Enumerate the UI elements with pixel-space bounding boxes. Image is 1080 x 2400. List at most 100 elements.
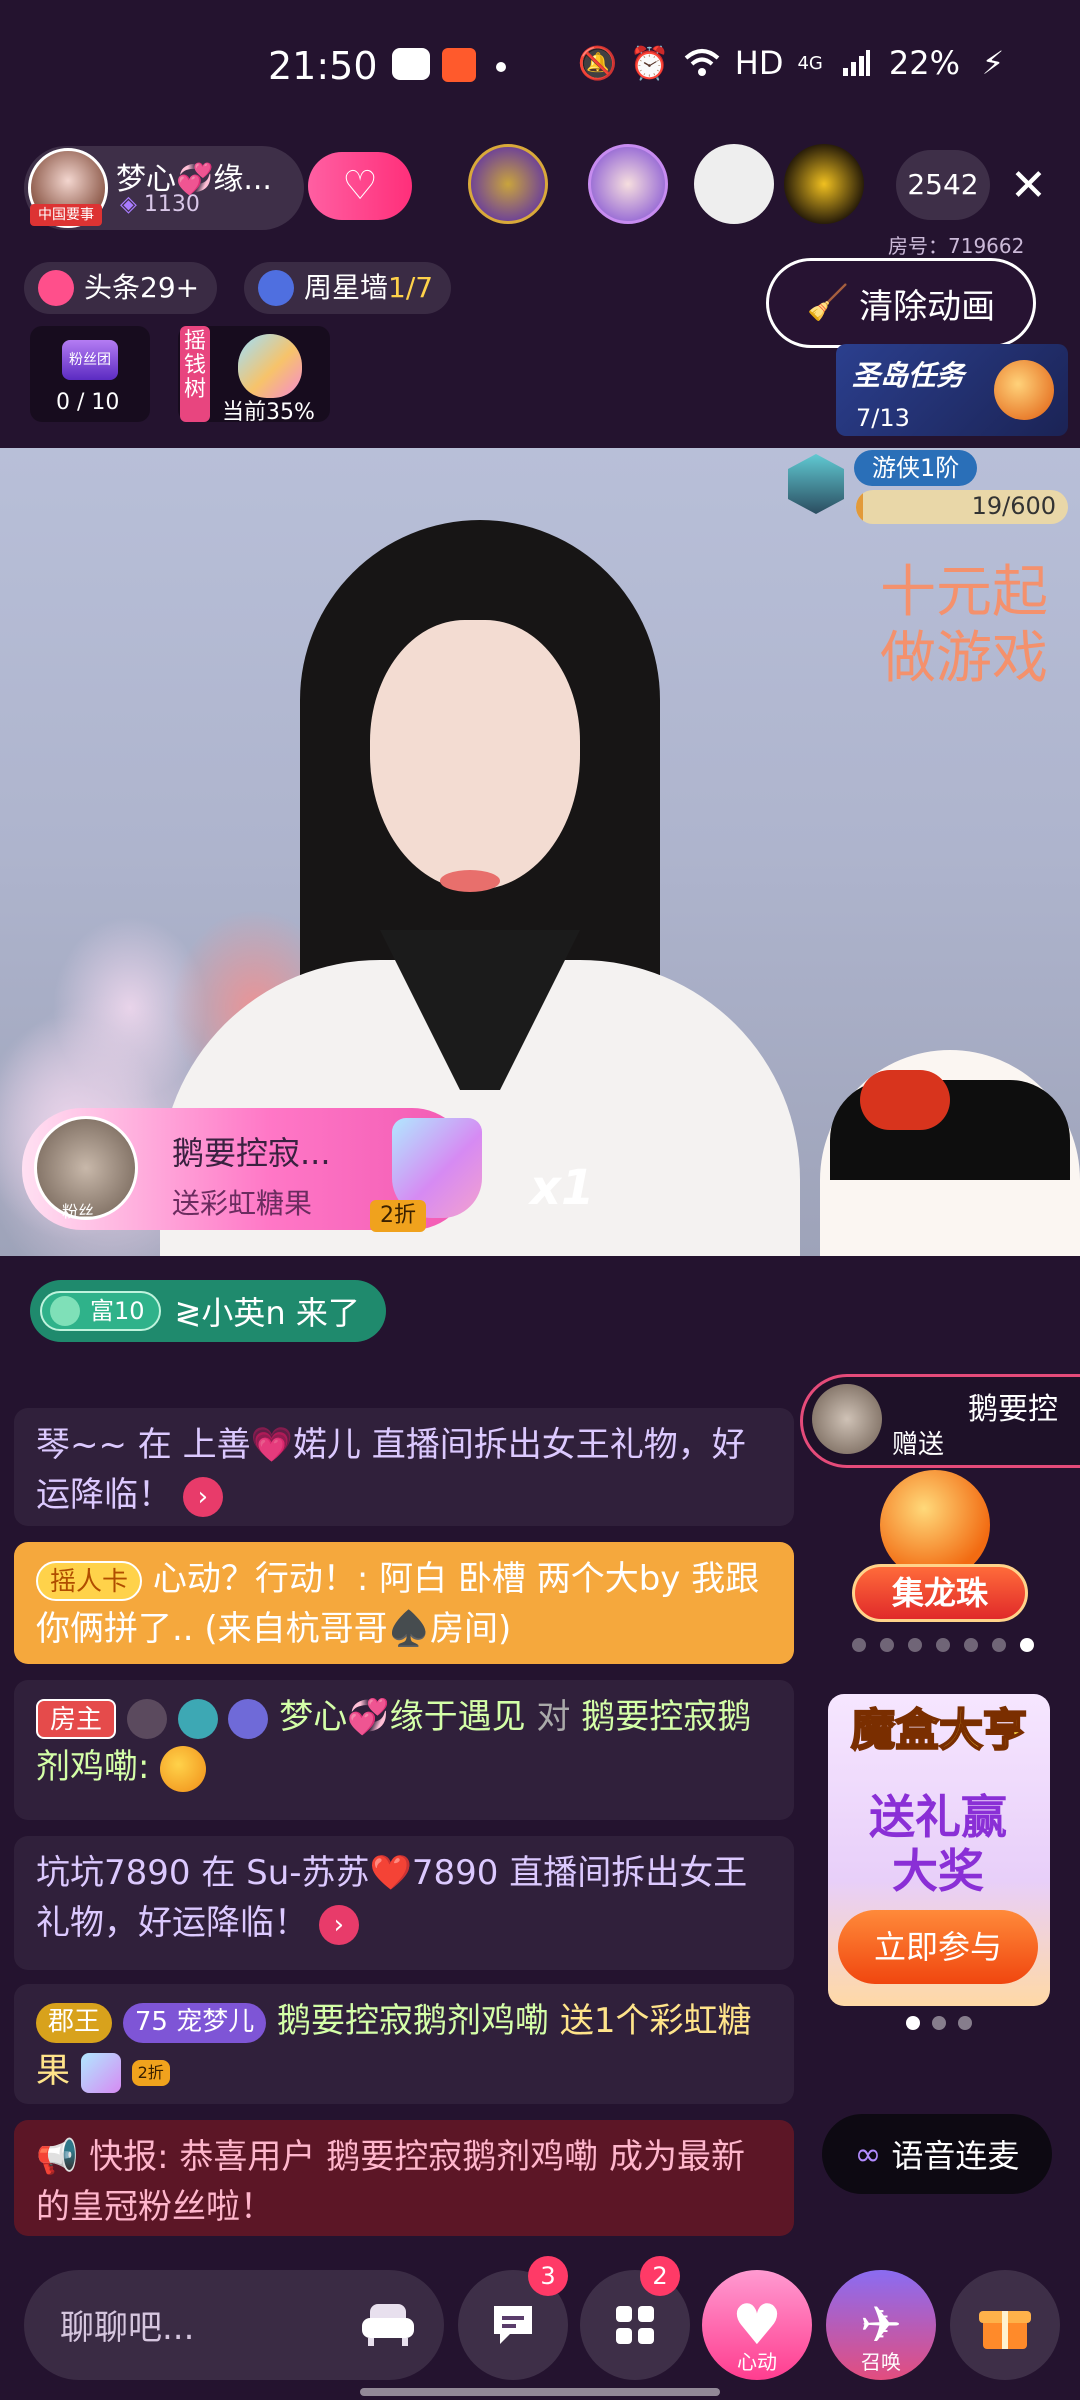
star-icon bbox=[258, 270, 294, 306]
fan-group-name: 宠梦儿 bbox=[176, 2006, 255, 2037]
viewer-avatar-4[interactable] bbox=[784, 144, 864, 224]
star-wall-chip[interactable]: 周星墙1/7 bbox=[244, 262, 452, 314]
signal-type: 4G bbox=[797, 52, 823, 74]
chevron-right-icon[interactable]: › bbox=[318, 1904, 359, 1945]
chat-message[interactable]: 郡王 75 宠梦儿 鹅要控寂鹅剂鸡嘞 送1个彩虹糖果 2折 bbox=[14, 1984, 794, 2104]
orb-icon bbox=[994, 360, 1054, 420]
sofa-icon[interactable] bbox=[360, 2298, 416, 2348]
message-badge: 3 bbox=[528, 2256, 568, 2296]
money-tree-progress: 当前35% bbox=[222, 400, 315, 425]
chat-user-name[interactable]: 鹅要控寂鹅剂鸡嘞 bbox=[277, 2001, 549, 2041]
gift-box-icon bbox=[979, 2311, 1031, 2349]
chat-message[interactable]: 房主 梦心💞缘于遇见 对 鹅要控寂鹅剂鸡嘞: bbox=[14, 1680, 794, 1820]
banner-pagination bbox=[852, 1638, 1034, 1652]
page-dot bbox=[958, 2016, 972, 2030]
candy-gift-icon bbox=[80, 2052, 121, 2093]
side-gift-sub: 赠送 bbox=[892, 1430, 945, 1460]
gesture-handle[interactable] bbox=[360, 2388, 720, 2396]
level-icon bbox=[50, 1296, 80, 1326]
battery-percent: 22% bbox=[888, 44, 960, 82]
link-icon: ∞ bbox=[854, 2135, 882, 2173]
shy-emoji-icon bbox=[160, 1745, 207, 1792]
wifi-icon bbox=[683, 46, 721, 80]
gift-discount: 2折 bbox=[370, 1200, 426, 1232]
chat-text: 琴~~ 在 上善💗婼儿 直播间拆出女王礼物，好运降临！ bbox=[36, 1425, 746, 1515]
viewer-avatar-1[interactable] bbox=[468, 144, 548, 224]
chat-bubble-icon bbox=[494, 2306, 532, 2344]
chat-gift-discount: 2折 bbox=[131, 2059, 170, 2086]
gift-multiplier: x1 bbox=[530, 1160, 595, 1216]
streamer-face bbox=[370, 620, 580, 890]
chat-user-name[interactable]: 梦心💞缘于遇见 bbox=[279, 1697, 525, 1737]
fan-group-level: 75 bbox=[134, 2006, 168, 2037]
chat-input-placeholder: 聊聊吧... bbox=[60, 2308, 195, 2348]
rank-progress-text: 19/600 bbox=[971, 492, 1056, 520]
status-right: 🔕 ⏰ HD 4G 22% ⚡ bbox=[578, 44, 1012, 82]
fan-club-icon: 粉丝团 bbox=[62, 340, 118, 380]
owner-tag: 房主 bbox=[36, 1698, 117, 1739]
voice-link-button[interactable]: ∞ 语音连麦 bbox=[822, 2114, 1052, 2194]
status-bar: 21:50 🔕 ⏰ HD 4G 22% ⚡ bbox=[0, 0, 1080, 130]
side-gift-avatar bbox=[812, 1384, 882, 1454]
host-fans-count: 1130 bbox=[143, 192, 200, 217]
magic-box-subtitle: 送礼赢大奖 bbox=[869, 1790, 1007, 1898]
video-watermark: 十元起 做游戏 bbox=[880, 560, 1048, 692]
chat-message[interactable]: 琴~~ 在 上善💗婼儿 直播间拆出女王礼物，好运降临！ › bbox=[14, 1408, 794, 1526]
app-notify-icon bbox=[442, 48, 476, 82]
headline-chip[interactable]: 头条29+ bbox=[24, 262, 218, 314]
gift-action: 送彩虹糖果 bbox=[172, 1187, 313, 1220]
viewer-avatar-2[interactable] bbox=[588, 144, 668, 224]
page-dot-active bbox=[1020, 1638, 1034, 1652]
voice-link-label: 语音连麦 bbox=[891, 2137, 1020, 2175]
plush-bow bbox=[860, 1070, 950, 1130]
join-now-button[interactable]: 立即参与 bbox=[838, 1910, 1038, 1984]
host-tag: 中国要事 bbox=[30, 204, 102, 226]
magic-box-title: 魔盒大亨 bbox=[850, 1704, 1028, 1757]
chat-message[interactable]: 📢 快报: 恭喜用户 鹅要控寂鹅剂鸡嘞 成为最新的皇冠粉丝啦！ bbox=[14, 2120, 794, 2236]
rank-label[interactable]: 游侠1阶 bbox=[854, 450, 978, 486]
page-dot bbox=[880, 1638, 894, 1652]
viewer-count[interactable]: 2542 bbox=[896, 150, 990, 220]
wechat-icon bbox=[392, 48, 430, 80]
chevron-right-icon[interactable]: › bbox=[182, 1476, 223, 1517]
page-dot-active bbox=[906, 2016, 920, 2030]
join-text: ≷小英n 来了 bbox=[174, 1294, 360, 1332]
network-type: HD bbox=[734, 44, 784, 82]
box-pagination bbox=[906, 2016, 972, 2030]
page-dot bbox=[852, 1638, 866, 1652]
wealth-level-badge: 富10 bbox=[40, 1291, 161, 1331]
viewer-avatar-3[interactable] bbox=[694, 144, 774, 224]
chat-text: 坑坑7890 在 Su-苏苏❤️7890 直播间拆出女王礼物，好运降临！ bbox=[36, 1853, 748, 1943]
watermark-line-1: 十元起 bbox=[880, 560, 1048, 625]
wealth-level: 富10 bbox=[90, 1297, 145, 1325]
page-dot bbox=[932, 2016, 946, 2030]
flame-icon bbox=[38, 270, 74, 306]
star-wall-count: 1/7 bbox=[388, 271, 434, 304]
gift-button[interactable] bbox=[950, 2270, 1060, 2380]
follow-button[interactable]: ♡ bbox=[308, 152, 412, 220]
island-task-title: 圣岛任务 bbox=[852, 359, 965, 392]
streamer-lips bbox=[440, 870, 500, 892]
close-icon[interactable]: ✕ bbox=[1010, 160, 1047, 211]
clear-animation-label: 清除动画 bbox=[859, 286, 996, 327]
page-dot bbox=[908, 1638, 922, 1652]
dragon-ball-button[interactable]: 集龙珠 bbox=[852, 1564, 1028, 1622]
gift-sender-name: 鹅要控寂... bbox=[172, 1134, 331, 1172]
chat-text: 快报: 恭喜用户 鹅要控寂鹅剂鸡嘞 成为最新的皇冠粉丝啦！ bbox=[36, 2137, 746, 2227]
clear-animation-button[interactable]: 🧹 清除动画 bbox=[766, 258, 1036, 348]
fan-task-count: 0 / 10 bbox=[56, 390, 120, 415]
alarm-icon: ⏰ bbox=[629, 44, 670, 82]
badge-shield-icon bbox=[177, 1698, 218, 1739]
summon-label: 召唤 bbox=[861, 2350, 901, 2374]
fans-icon: ◈ bbox=[120, 192, 137, 217]
broom-icon: 🧹 bbox=[806, 283, 850, 323]
signal-icon bbox=[837, 46, 875, 80]
chat-message[interactable]: 摇人卡 心动？行动！: 阿白 卧槽 两个大by 我跟你俩拼了.. (来自杭哥哥♠… bbox=[14, 1542, 794, 1664]
badge-wings-icon bbox=[126, 1698, 167, 1739]
noble-tag: 郡王 bbox=[36, 2002, 113, 2043]
room-number: 房号：719662 bbox=[888, 234, 1025, 258]
page-dot bbox=[936, 1638, 950, 1652]
heart-plus-icon: ♡ bbox=[342, 163, 378, 209]
apps-badge: 2 bbox=[640, 2256, 680, 2296]
chat-message[interactable]: 坑坑7890 在 Su-苏苏❤️7890 直播间拆出女王礼物，好运降临！ › bbox=[14, 1836, 794, 1970]
